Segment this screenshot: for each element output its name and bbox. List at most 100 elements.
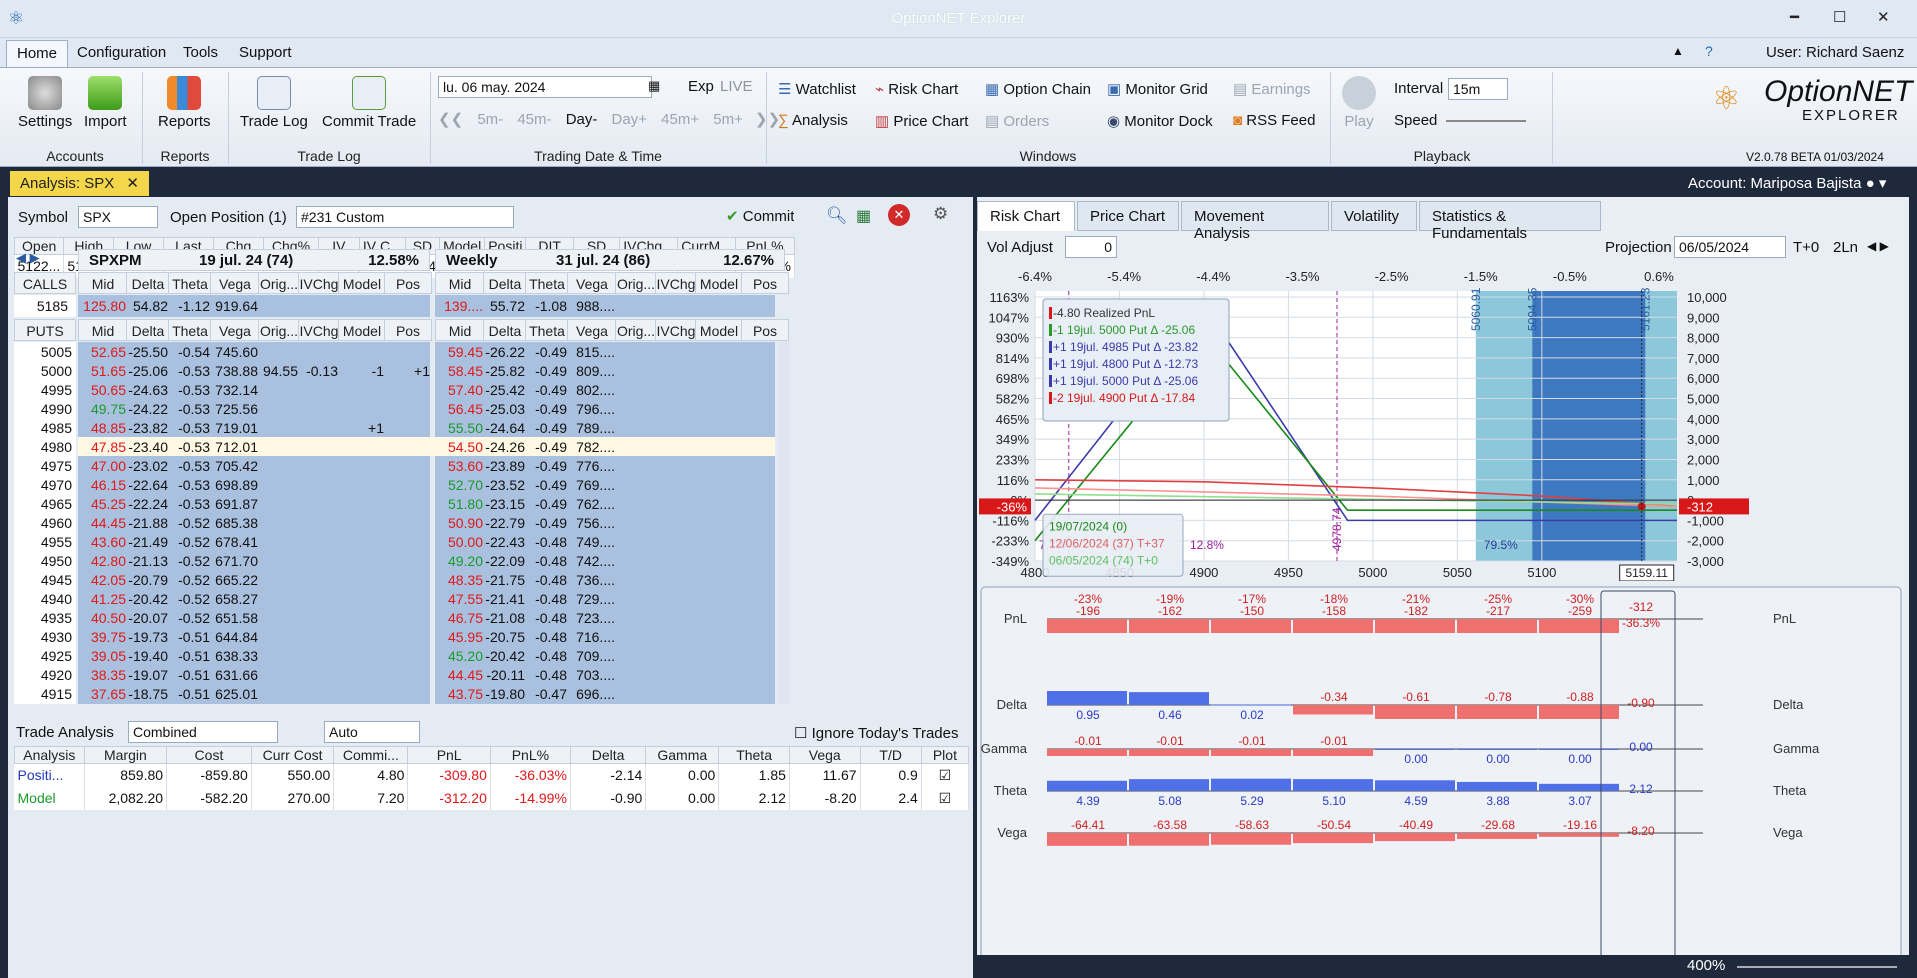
chain-col-header[interactable]: Orig...: [258, 272, 300, 294]
analysis-mode-select[interactable]: Combined: [128, 721, 278, 743]
series-nav[interactable]: ◀ ▶: [16, 250, 40, 266]
prev-series-icon[interactable]: ◀: [16, 250, 26, 265]
position-select[interactable]: #231 Custom: [296, 206, 514, 228]
trading-date-input[interactable]: lu. 06 may. 2024: [438, 76, 652, 98]
analysis-col-header[interactable]: Theta: [718, 746, 790, 764]
step-forward-icon[interactable]: ❯❯: [755, 111, 780, 128]
chain-col-header[interactable]: IVChg: [655, 319, 697, 341]
help-icon[interactable]: ?: [1705, 43, 1713, 59]
chain-col-header[interactable]: Orig...: [615, 272, 657, 294]
symbol-select[interactable]: SPX: [78, 206, 158, 228]
plot-checkbox[interactable]: ☑: [921, 763, 970, 787]
chain-col-header[interactable]: Mid: [435, 272, 485, 294]
chain-col-header[interactable]: Mid: [78, 319, 128, 341]
plot-checkbox[interactable]: ☑: [921, 786, 970, 810]
auto-select[interactable]: Auto: [324, 721, 420, 743]
chain-col-header[interactable]: Pos: [741, 319, 789, 341]
analysis-col-header[interactable]: PnL%: [489, 746, 571, 764]
trade-log-button[interactable]: Trade Log: [240, 76, 308, 130]
exp-label[interactable]: Exp: [688, 78, 714, 95]
chain-col-header[interactable]: Model: [695, 272, 743, 294]
chain-col-header[interactable]: Vega: [567, 319, 617, 341]
analysis-col-header[interactable]: Vega: [788, 746, 861, 764]
analysis-col-header[interactable]: Curr Cost: [250, 746, 335, 764]
prev-date-icon[interactable]: ◀ ▶: [1867, 239, 1889, 253]
close-tab-icon[interactable]: ✕: [126, 175, 139, 192]
spreadsheet-icon[interactable]: ▦: [856, 206, 871, 226]
analysis-col-header[interactable]: T/D: [859, 746, 922, 764]
menu-configuration[interactable]: Configuration: [77, 44, 166, 61]
orders-button[interactable]: ▤ Orders: [985, 112, 1049, 130]
chain-col-header[interactable]: Delta: [126, 272, 170, 294]
watchlist-button[interactable]: ☰ Watchlist: [778, 80, 856, 98]
step-back-icon[interactable]: ❮❮: [438, 111, 463, 128]
search-icon[interactable]: 🔍︎: [826, 206, 848, 226]
step-5m-back[interactable]: 5m-: [477, 111, 503, 128]
account-dropdown-icon[interactable]: ▾: [1879, 175, 1887, 192]
analysis-button[interactable]: ∑ Analysis: [778, 112, 848, 129]
price-chart-button[interactable]: ▥ Price Chart: [875, 112, 968, 130]
tab-volatility[interactable]: Volatility: [1331, 201, 1417, 231]
chain-col-header[interactable]: Pos: [741, 272, 789, 294]
calendar-icon[interactable]: ▦: [648, 78, 660, 94]
menu-home[interactable]: Home: [6, 40, 69, 68]
chain-col-header[interactable]: Pos: [384, 272, 432, 294]
chain-col-header[interactable]: IVChg: [298, 272, 340, 294]
analysis-col-header[interactable]: Margin: [83, 746, 168, 764]
step-5m-forward[interactable]: 5m+: [713, 111, 743, 128]
chain-col-header[interactable]: Vega: [210, 319, 260, 341]
chain-col-header[interactable]: Orig...: [258, 319, 300, 341]
menu-support[interactable]: Support: [239, 44, 292, 61]
step-45m-back[interactable]: 45m-: [517, 111, 551, 128]
chain-col-header[interactable]: Theta: [525, 319, 569, 341]
chain-col-header[interactable]: Model: [695, 319, 743, 341]
chain-col-header[interactable]: Mid: [78, 272, 128, 294]
minimize-icon[interactable]: ━: [1790, 8, 1799, 26]
chain-col-header[interactable]: Vega: [210, 272, 260, 294]
ignore-today-checkbox[interactable]: ☐ Ignore Today's Trades: [794, 724, 958, 742]
zoom-slider[interactable]: [1737, 966, 1897, 968]
projection-date-input[interactable]: 06/05/2024: [1674, 236, 1786, 258]
tab-price-chart[interactable]: Price Chart: [1077, 201, 1179, 231]
chain-col-header[interactable]: Mid: [435, 319, 485, 341]
close-icon[interactable]: ✕: [1877, 8, 1890, 26]
reports-button[interactable]: Reports: [158, 76, 211, 130]
play-button[interactable]: Play: [1342, 76, 1376, 130]
tab-movement-analysis[interactable]: Movement Analysis: [1181, 201, 1329, 242]
option-chain-button[interactable]: ▦ Option Chain: [985, 80, 1091, 98]
analysis-col-header[interactable]: Plot: [920, 746, 970, 764]
analysis-row[interactable]: Positi... 859.80 -859.80 550.00 4.80 -309.80-…: [14, 763, 970, 787]
interval-select[interactable]: 15m: [1448, 78, 1508, 100]
chain-col-header[interactable]: Theta: [168, 319, 212, 341]
chain-col-header[interactable]: Orig...: [615, 319, 657, 341]
risk-chart[interactable]: 1163% 10,000 1047% 9,000 930% 8,000 814% 7,000 6…: [977, 261, 1907, 581]
chain-col-header[interactable]: Delta: [483, 319, 527, 341]
monitor-dock-button[interactable]: ◉ Monitor Dock: [1107, 112, 1213, 130]
delete-position-icon[interactable]: ✕: [888, 204, 910, 226]
vol-adjust-input[interactable]: 0: [1065, 236, 1117, 258]
analysis-col-header[interactable]: PnL: [407, 746, 491, 764]
monitor-grid-button[interactable]: ▣ Monitor Grid: [1107, 80, 1208, 98]
speed-slider[interactable]: [1446, 120, 1526, 122]
chain-col-header[interactable]: IVChg: [655, 272, 697, 294]
chain-col-header[interactable]: Theta: [525, 272, 569, 294]
live-label[interactable]: LIVE: [720, 78, 753, 95]
analysis-tab[interactable]: Analysis: SPX ✕: [10, 171, 149, 196]
commit-button[interactable]: ✔ Commit: [726, 207, 794, 225]
step-day-back[interactable]: Day-: [566, 111, 598, 128]
maximize-icon[interactable]: ☐: [1833, 8, 1846, 26]
chain-col-header[interactable]: Model: [338, 272, 386, 294]
chain-col-header[interactable]: IVChg: [298, 319, 340, 341]
analysis-col-header[interactable]: Delta: [569, 746, 647, 764]
chain-col-header[interactable]: Model: [338, 319, 386, 341]
next-series-icon[interactable]: ▶: [30, 250, 40, 265]
analysis-col-header[interactable]: Gamma: [645, 746, 720, 764]
settings-button[interactable]: Settings: [18, 76, 72, 130]
step-45m-forward[interactable]: 45m+: [661, 111, 699, 128]
rss-feed-button[interactable]: ◙ RSS Feed: [1233, 112, 1315, 129]
import-button[interactable]: Import: [84, 76, 127, 130]
earnings-button[interactable]: ▤ Earnings: [1233, 80, 1311, 98]
chain-col-header[interactable]: Theta: [168, 272, 212, 294]
analysis-row[interactable]: Model 2,082.20 -582.20 270.00 7.20 -312.20 -14…: [14, 786, 970, 810]
tab-risk-chart[interactable]: Risk Chart: [977, 201, 1075, 231]
